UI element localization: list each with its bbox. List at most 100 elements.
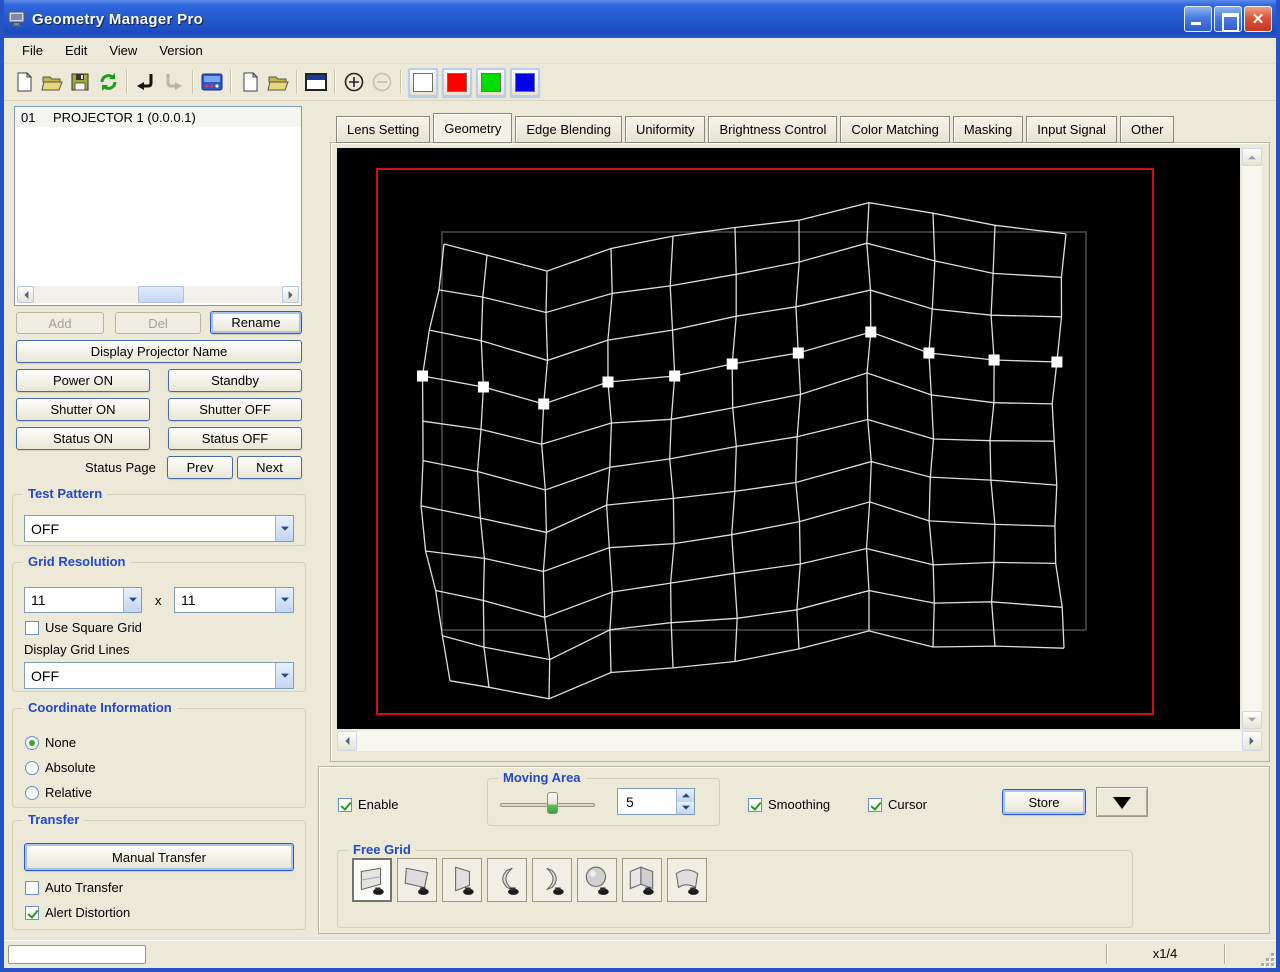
cursor-checkbox[interactable]: Cursor bbox=[868, 797, 927, 812]
spin-up-icon[interactable] bbox=[677, 789, 694, 802]
canvas-hscrollbar[interactable] bbox=[337, 731, 1262, 751]
add-button[interactable]: Add bbox=[16, 312, 104, 334]
menu-version[interactable]: Version bbox=[149, 40, 212, 61]
next-button[interactable]: Next bbox=[237, 456, 302, 479]
corner-screen-icon-button[interactable] bbox=[622, 858, 662, 902]
prev-button[interactable]: Prev bbox=[167, 456, 233, 479]
sphere-screen-icon-button[interactable] bbox=[577, 858, 617, 902]
zoom-in-icon[interactable] bbox=[340, 68, 368, 96]
grid-handle[interactable] bbox=[669, 370, 681, 382]
refresh-icon[interactable] bbox=[94, 68, 122, 96]
display-projector-name-button[interactable]: Display Projector Name bbox=[16, 340, 302, 363]
scroll-down-icon[interactable] bbox=[1242, 711, 1262, 729]
standby-button[interactable]: Standby bbox=[168, 369, 302, 392]
use-square-grid-checkbox[interactable]: Use Square Grid bbox=[25, 620, 142, 635]
scroll-thumb[interactable] bbox=[138, 286, 185, 303]
maximize-button[interactable] bbox=[1214, 6, 1242, 32]
tab-input-signal[interactable]: Input Signal bbox=[1026, 116, 1117, 143]
tab-uniformity[interactable]: Uniformity bbox=[624, 116, 706, 143]
shutter-on-button[interactable]: Shutter ON bbox=[16, 398, 150, 421]
tab-lens-setting[interactable]: Lens Setting bbox=[336, 116, 431, 143]
radio-absolute[interactable]: Absolute bbox=[25, 760, 96, 775]
grid-handle[interactable] bbox=[988, 354, 1000, 366]
tab-other[interactable]: Other bbox=[1119, 116, 1175, 143]
grid-handle[interactable] bbox=[1051, 356, 1063, 368]
red-swatch-button[interactable] bbox=[442, 67, 472, 97]
enable-checkbox[interactable]: Enable bbox=[338, 797, 398, 812]
canvas-vscrollbar[interactable] bbox=[1242, 148, 1262, 729]
store-dropdown-button[interactable] bbox=[1096, 787, 1148, 817]
scroll-right-icon[interactable] bbox=[1242, 731, 1262, 751]
open-file-2-icon[interactable] bbox=[264, 68, 292, 96]
shutter-off-button[interactable]: Shutter OFF bbox=[168, 398, 302, 421]
manual-transfer-button[interactable]: Manual Transfer bbox=[24, 843, 294, 871]
scroll-track[interactable] bbox=[357, 731, 1242, 751]
return-arrow-icon[interactable] bbox=[132, 68, 160, 96]
forward-arrow-icon[interactable] bbox=[160, 68, 188, 96]
projector-list[interactable]: 01 PROJECTOR 1 (0.0.0.1) bbox=[14, 106, 302, 306]
tilted-screen-icon-button[interactable] bbox=[397, 858, 437, 902]
chevron-down-icon[interactable] bbox=[123, 588, 141, 612]
grid-cols-select[interactable]: 11 bbox=[24, 587, 142, 613]
scroll-left-icon[interactable] bbox=[17, 286, 34, 303]
power-on-button[interactable]: Power ON bbox=[16, 369, 150, 392]
grid-handle[interactable] bbox=[865, 326, 877, 338]
moving-area-spinner[interactable]: 5 bbox=[617, 788, 695, 815]
remote-panel-icon[interactable] bbox=[198, 68, 226, 96]
curved-screen-icon-button[interactable] bbox=[667, 858, 707, 902]
test-pattern-select[interactable]: OFF bbox=[24, 515, 294, 542]
new-file-icon[interactable] bbox=[10, 68, 38, 96]
grid-handle[interactable] bbox=[792, 347, 804, 359]
radio-none[interactable]: None bbox=[25, 735, 76, 750]
tab-edge-blending[interactable]: Edge Blending bbox=[515, 116, 622, 143]
convex-cylinder-icon-button[interactable] bbox=[532, 858, 572, 902]
menu-file[interactable]: File bbox=[12, 40, 53, 61]
new-file-2-icon[interactable] bbox=[236, 68, 264, 96]
rename-button[interactable]: Rename bbox=[210, 311, 302, 334]
scroll-right-icon[interactable] bbox=[282, 286, 299, 303]
radio-relative[interactable]: Relative bbox=[25, 785, 92, 800]
resize-grip[interactable] bbox=[1258, 950, 1274, 966]
tab-brightness-control[interactable]: Brightness Control bbox=[708, 116, 838, 143]
auto-transfer-checkbox[interactable]: Auto Transfer bbox=[25, 880, 123, 895]
chevron-down-icon[interactable] bbox=[275, 516, 293, 541]
moving-area-slider-thumb[interactable] bbox=[547, 792, 559, 814]
scroll-track[interactable] bbox=[1242, 166, 1262, 711]
flat-screen-icon-button[interactable] bbox=[352, 858, 392, 902]
grid-handle[interactable] bbox=[538, 398, 550, 410]
display-grid-lines-select[interactable]: OFF bbox=[24, 662, 294, 689]
projector-list-item[interactable]: 01 PROJECTOR 1 (0.0.0.1) bbox=[15, 107, 301, 127]
tab-masking[interactable]: Masking bbox=[952, 116, 1024, 143]
alert-distortion-checkbox[interactable]: Alert Distortion bbox=[25, 905, 130, 920]
save-file-icon[interactable] bbox=[66, 68, 94, 96]
tab-color-matching[interactable]: Color Matching bbox=[840, 116, 950, 143]
tab-geometry[interactable]: Geometry bbox=[433, 113, 513, 143]
grid-handle[interactable] bbox=[923, 347, 935, 359]
grid-handle[interactable] bbox=[726, 358, 738, 370]
concave-cylinder-icon-button[interactable] bbox=[487, 858, 527, 902]
blue-swatch-button[interactable] bbox=[510, 67, 540, 97]
angled-screen-icon-button[interactable] bbox=[442, 858, 482, 902]
status-on-button[interactable]: Status ON bbox=[16, 427, 150, 450]
chevron-down-icon[interactable] bbox=[275, 588, 293, 612]
grid-rows-select[interactable]: 11 bbox=[174, 587, 294, 613]
projector-list-hscrollbar[interactable] bbox=[17, 286, 299, 303]
green-swatch-button[interactable] bbox=[476, 67, 506, 97]
open-file-icon[interactable] bbox=[38, 68, 66, 96]
close-button[interactable] bbox=[1244, 6, 1272, 32]
window-view-icon[interactable] bbox=[302, 68, 330, 96]
scroll-up-icon[interactable] bbox=[1242, 148, 1262, 166]
grid-handle[interactable] bbox=[602, 376, 614, 388]
del-button[interactable]: Del bbox=[115, 312, 201, 334]
scroll-left-icon[interactable] bbox=[337, 731, 357, 751]
menu-view[interactable]: View bbox=[99, 40, 147, 61]
chevron-down-icon[interactable] bbox=[275, 663, 293, 688]
status-off-button[interactable]: Status OFF bbox=[168, 427, 302, 450]
store-button[interactable]: Store bbox=[1002, 789, 1086, 815]
minimize-button[interactable] bbox=[1184, 6, 1212, 32]
grid-handle[interactable] bbox=[417, 370, 428, 382]
scroll-track[interactable] bbox=[34, 286, 282, 303]
menu-edit[interactable]: Edit bbox=[55, 40, 97, 61]
grid-handle[interactable] bbox=[477, 381, 489, 393]
geometry-canvas[interactable] bbox=[337, 148, 1240, 729]
